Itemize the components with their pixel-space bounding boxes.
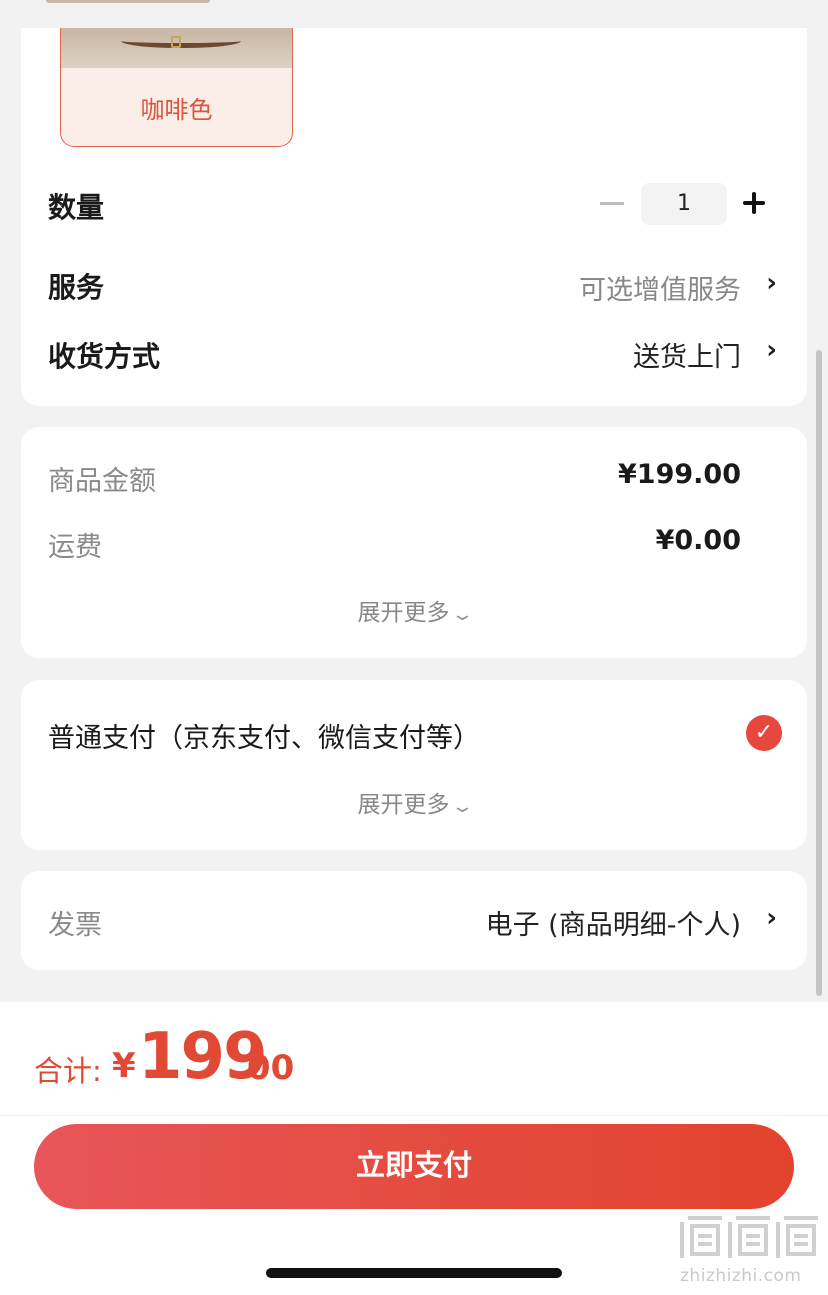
total-currency: ¥	[112, 1046, 136, 1086]
invoice-value: 电子 (商品明细-个人)	[485, 910, 741, 941]
watermark-site: zhizhizhi.com	[680, 1266, 802, 1286]
total-label: 合计:	[34, 1054, 102, 1088]
variant-image	[61, 28, 292, 68]
variant-option-coffee[interactable]: 咖啡色	[60, 28, 293, 147]
order-options-card: 咖啡色 数量 1 服务 可选增值服务 › 收货方式 送货上门 ›	[21, 28, 807, 406]
expand-label: 展开更多	[357, 600, 450, 626]
delivery-value: 送货上门	[633, 342, 741, 373]
top-bar	[0, 0, 828, 28]
chevron-right-icon: ›	[766, 903, 777, 933]
amount-expand-button[interactable]: 展开更多⌄	[21, 593, 807, 627]
home-indicator	[266, 1268, 562, 1278]
payment-expand-button[interactable]: 展开更多⌄	[21, 785, 807, 819]
goods-amount-label: 商品金额	[48, 466, 156, 497]
chevron-right-icon: ›	[766, 268, 777, 298]
pay-now-button[interactable]: 立即支付	[34, 1124, 794, 1209]
quantity-input[interactable]: 1	[641, 183, 727, 225]
payment-method-label[interactable]: 普通支付（京东支付、微信支付等）	[48, 716, 480, 755]
divider	[0, 1115, 828, 1116]
scrollbar[interactable]	[816, 350, 822, 996]
amount-card: 商品金额 ¥199.00 运费 ¥0.00 展开更多⌄	[21, 427, 807, 658]
quantity-increase-button[interactable]	[740, 182, 770, 224]
quantity-label: 数量	[48, 191, 105, 224]
total-decimal: .00	[234, 1048, 295, 1088]
invoice-row[interactable]: 发票 电子 (商品明细-个人) ›	[21, 871, 807, 970]
strap-graphic	[121, 34, 241, 48]
payment-card: 普通支付（京东支付、微信支付等） ✓ 展开更多⌄	[21, 680, 807, 850]
shipping-label: 运费	[48, 532, 102, 563]
chevron-down-icon: ⌄	[450, 796, 476, 817]
check-icon[interactable]: ✓	[746, 715, 782, 751]
watermark-logo	[680, 1216, 818, 1258]
service-label: 服务	[48, 271, 105, 304]
quantity-decrease-button[interactable]	[600, 202, 624, 205]
service-value: 可选增值服务	[579, 275, 741, 306]
goods-amount-value: ¥199.00	[618, 459, 741, 490]
delivery-label: 收货方式	[48, 340, 161, 373]
expand-label: 展开更多	[357, 792, 450, 818]
chevron-down-icon: ⌄	[450, 604, 476, 625]
shipping-value: ¥0.00	[655, 525, 741, 556]
invoice-label: 发票	[48, 910, 102, 941]
buckle-graphic	[171, 36, 181, 48]
product-thumbnail-edge	[46, 0, 210, 3]
chevron-right-icon: ›	[766, 335, 777, 365]
variant-label: 咖啡色	[140, 96, 213, 124]
